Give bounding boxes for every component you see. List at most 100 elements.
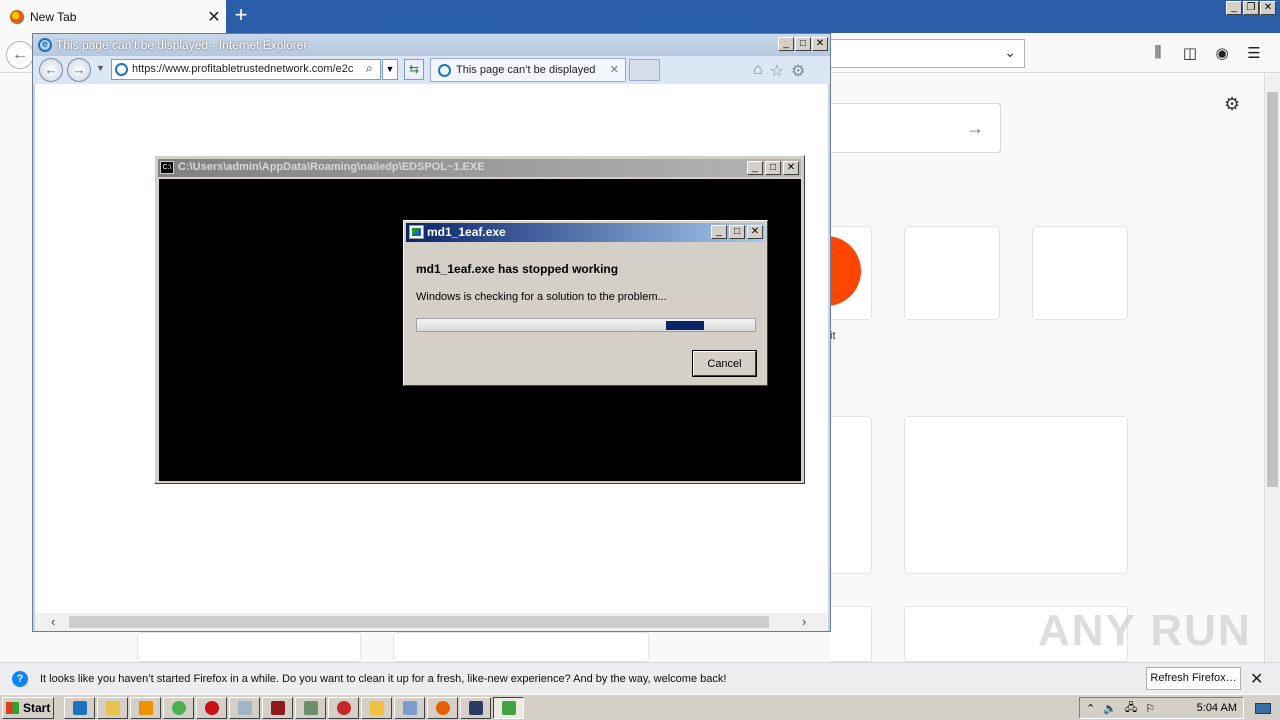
volume-icon[interactable]: 🔈 [1103, 702, 1117, 715]
ie-horizontal-scrollbar[interactable]: ‹ › [35, 613, 828, 631]
new-tab-button[interactable]: + [230, 4, 252, 28]
firefox-vertical-scrollbar[interactable] [1264, 74, 1280, 662]
restore-button[interactable]: ❐ [1243, 1, 1259, 15]
close-icon[interactable]: ✕ [1250, 669, 1263, 689]
scroll-left-icon[interactable]: ‹ [51, 614, 55, 629]
show-desktop-button[interactable] [1248, 698, 1278, 718]
notepad-icon [237, 701, 252, 715]
close-button[interactable]: ✕ [747, 225, 763, 239]
minimize-button[interactable]: _ [747, 161, 763, 175]
taskbar-button-app[interactable] [295, 697, 326, 719]
taskbar-button-error-report[interactable] [493, 697, 524, 719]
address-dropdown-button[interactable]: ▼ [382, 59, 398, 80]
action-center-flag-icon[interactable]: ⚐ [1145, 702, 1155, 715]
start-label: Start [23, 701, 51, 715]
media-player-icon [138, 701, 153, 715]
minimize-button[interactable]: _ [778, 37, 794, 51]
account-icon[interactable]: ◉ [1212, 44, 1232, 62]
maximize-button[interactable]: □ [765, 161, 781, 175]
taskbar-button-package[interactable] [361, 697, 392, 719]
taskbar-button-explorer[interactable] [97, 697, 128, 719]
cancel-button[interactable]: Cancel [692, 350, 757, 377]
opera-icon [204, 701, 219, 715]
taskbar-button-firefox[interactable] [427, 697, 458, 719]
ie-window-title: This page can’t be displayed - Internet … [56, 38, 308, 52]
minimize-button[interactable]: _ [1226, 1, 1242, 15]
system-tray: ⌃ 🔈 🖧 ⚐ 5:04 AM [1079, 697, 1244, 719]
sidebar-icon[interactable]: ◫ [1180, 44, 1200, 62]
progress-bar [416, 318, 756, 332]
dialog-heading: md1_1eaf.exe has stopped working [416, 262, 619, 276]
maximize-button[interactable]: □ [729, 225, 745, 239]
gear-icon[interactable]: ⚙ [791, 61, 805, 81]
avast-icon [336, 701, 351, 715]
favorites-star-icon[interactable]: ☆ [770, 61, 784, 81]
menu-icon[interactable]: ☰ [1244, 44, 1264, 62]
document-icon [402, 701, 417, 715]
highlight-card[interactable] [137, 632, 361, 662]
taskbar-button-document[interactable] [394, 697, 425, 719]
firefox-search-box[interactable]: → [830, 103, 1001, 153]
home-icon[interactable]: ⌂ [753, 61, 763, 81]
taskbar-button-ie[interactable] [64, 697, 95, 719]
highlight-card[interactable] [393, 632, 649, 662]
compatibility-refresh-icon[interactable]: ⇆ [404, 59, 424, 80]
scroll-thumb[interactable] [1267, 92, 1278, 487]
ie-address-bar[interactable]: https://www.profitabletrustednetwork.com… [111, 59, 381, 80]
taskbar-button-chrome[interactable] [163, 697, 194, 719]
firefox-tab-new-tab[interactable]: New Tab ✕ [0, 0, 226, 33]
close-button[interactable]: ✕ [812, 37, 828, 51]
taskbar: Start ⌃ 🔈 🖧 ⚐ 5:04 AM [0, 694, 1280, 720]
taskbar-button-opera[interactable] [196, 697, 227, 719]
firefox-window-controls: _ ❐ ✕ [1226, 1, 1276, 15]
scroll-right-icon[interactable]: › [802, 614, 806, 629]
chevron-down-icon[interactable]: ⌄ [1004, 44, 1016, 61]
back-button[interactable]: ← [6, 41, 34, 69]
dialog-title-bar[interactable]: md1_1eaf.exe _ □ ✕ [406, 223, 765, 242]
ie-new-tab-button[interactable] [629, 59, 660, 81]
ie-title-bar[interactable]: e This page can’t be displayed - Interne… [33, 34, 830, 56]
taskbar-button-winrar[interactable] [262, 697, 293, 719]
clock[interactable]: 5:04 AM [1197, 702, 1237, 714]
chrome-icon [171, 701, 186, 715]
show-hidden-icons-icon[interactable]: ⌃ [1086, 702, 1095, 715]
refresh-firefox-button[interactable]: Refresh Firefox… [1146, 667, 1241, 690]
progress-bar-fill [666, 321, 704, 330]
firefox-toolbar-icons: ⫼ ◫ ◉ ☰ [1148, 44, 1264, 62]
dialog-title: md1_1eaf.exe [427, 225, 506, 239]
error-report-icon [409, 225, 424, 239]
maximize-button[interactable]: □ [795, 37, 811, 51]
ie-icon: e [38, 38, 52, 52]
taskbar-button-cmd[interactable] [460, 697, 491, 719]
firefox-icon [435, 701, 450, 715]
ie-tab[interactable]: This page can’t be displayed ✕ [430, 58, 626, 82]
taskbar-button-avast[interactable] [328, 697, 359, 719]
forward-arrow-icon[interactable]: → [67, 58, 91, 82]
console-icon: C:\ [160, 161, 174, 174]
minimize-button[interactable]: _ [711, 225, 727, 239]
close-button[interactable]: ✕ [783, 161, 799, 175]
library-icon[interactable]: ⫼ [1148, 44, 1168, 62]
top-site-tile[interactable] [1032, 226, 1128, 320]
back-arrow-icon[interactable]: ← [39, 58, 63, 82]
ie-icon [72, 701, 87, 715]
highlight-card[interactable] [830, 416, 872, 574]
console-window-title: C:\Users\admin\AppData\Roaming\nailedp\E… [178, 161, 485, 173]
search-icon[interactable]: ⌕ [366, 61, 373, 76]
scroll-thumb[interactable] [69, 616, 769, 628]
taskbar-button-media-player[interactable] [130, 697, 161, 719]
gear-icon[interactable]: ⚙ [1224, 94, 1240, 115]
arrow-right-icon[interactable]: → [966, 118, 984, 139]
network-icon[interactable]: 🖧 [1125, 699, 1137, 718]
history-dropdown-icon[interactable]: ▼ [96, 63, 105, 73]
firefox-url-bar[interactable]: ⌄ [830, 39, 1025, 68]
tab-close-icon[interactable]: ✕ [202, 7, 226, 27]
top-site-tile[interactable] [904, 226, 1000, 320]
close-button[interactable]: ✕ [1260, 1, 1276, 15]
console-title-bar[interactable]: C:\ C:\Users\admin\AppData\Roaming\naile… [158, 159, 801, 177]
start-button[interactable]: Start [2, 697, 54, 719]
taskbar-button-notepad[interactable] [229, 697, 260, 719]
highlight-card[interactable] [904, 416, 1128, 574]
tab-close-icon[interactable]: ✕ [610, 59, 619, 81]
highlight-card[interactable] [830, 606, 872, 662]
